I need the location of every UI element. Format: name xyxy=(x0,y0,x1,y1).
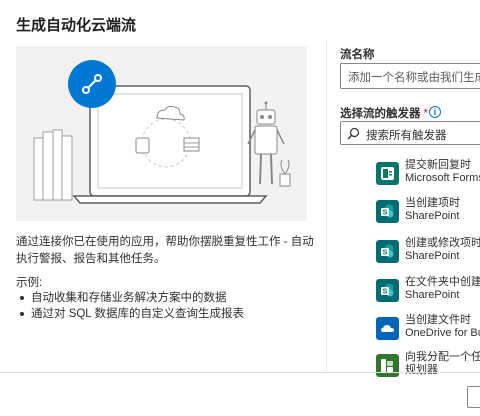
required-mark: * xyxy=(423,108,428,120)
trigger-item-forms-new-response[interactable]: 提交新回复时 Microsoft Forms xyxy=(370,158,480,196)
trigger-connector: OneDrive for Busi xyxy=(405,327,480,339)
examples-title: 示例: xyxy=(16,277,43,289)
svg-text:S: S xyxy=(383,210,388,217)
sharepoint-icon: S xyxy=(376,240,399,263)
trigger-item-sharepoint-file-created[interactable]: S 在文件夹中创建文 SharePoint xyxy=(370,275,480,313)
trigger-item-onedrive-file-created[interactable]: 当创建文件时 OneDrive for Busi xyxy=(370,313,480,351)
trigger-item-planner-task-assigned[interactable]: 向我分配一个任务 规划器 xyxy=(370,350,480,388)
svg-text:S: S xyxy=(383,250,388,257)
create-flow-dialog: 生成自动化云端流 通过连接你已在使用的应用，帮助你摆脱重复性工作 - 自动执行警… xyxy=(0,0,480,416)
trigger-connector: 规划器 xyxy=(405,364,438,376)
footer-divider xyxy=(0,372,480,373)
trigger-name: 提交新回复时 xyxy=(405,159,471,171)
forms-icon xyxy=(376,162,399,185)
footer-button[interactable] xyxy=(467,386,480,408)
trigger-item-sharepoint-item-created[interactable]: S 当创建项时 SharePoint xyxy=(370,196,480,234)
trigger-connector: SharePoint xyxy=(405,289,460,301)
sharepoint-icon: S xyxy=(376,279,399,302)
trigger-name: 当创建项时 xyxy=(405,197,460,209)
search-icon xyxy=(347,127,360,140)
trigger-connector: SharePoint xyxy=(405,250,460,262)
trigger-connector: Microsoft Forms xyxy=(405,172,480,184)
laptop-automation-illustration xyxy=(33,60,291,204)
sharepoint-icon: S xyxy=(376,200,399,223)
example-item: 通过对 SQL 数据库的自定义查询生成报表 xyxy=(16,306,316,322)
trigger-name: 在文件夹中创建文 xyxy=(405,276,480,288)
info-icon[interactable]: i xyxy=(429,106,441,118)
search-placeholder: 搜索所有触发器 xyxy=(366,130,447,142)
flow-name-input[interactable]: 添加一个名称或由我们生成一个 xyxy=(340,63,480,89)
planner-icon xyxy=(376,354,399,377)
trigger-name: 向我分配一个任务 xyxy=(405,351,480,363)
trigger-search-input[interactable]: 搜索所有触发器 xyxy=(340,121,480,145)
trigger-item-sharepoint-item-modified[interactable]: S 创建或修改项时 SharePoint xyxy=(370,236,480,274)
trigger-label: 选择流的触发器 * xyxy=(340,108,428,120)
svg-text:S: S xyxy=(383,289,388,296)
example-item: 自动收集和存储业务解决方案中的数据 xyxy=(16,290,316,306)
panel-divider xyxy=(326,40,327,370)
trigger-name: 创建或修改项时 xyxy=(405,237,480,249)
dialog-title: 生成自动化云端流 xyxy=(16,17,137,34)
flow-name-label: 流名称 xyxy=(340,49,375,61)
hero-illustration xyxy=(16,46,307,221)
trigger-connector: SharePoint xyxy=(405,210,460,222)
examples-list: 自动收集和存储业务解决方案中的数据 通过对 SQL 数据库的自定义查询生成报表 xyxy=(16,290,316,322)
onedrive-icon xyxy=(376,317,399,340)
dialog-description: 通过连接你已在使用的应用，帮助你摆脱重复性工作 - 自动执行警报、报告和其他任务… xyxy=(16,236,314,265)
trigger-name: 当创建文件时 xyxy=(405,314,471,326)
